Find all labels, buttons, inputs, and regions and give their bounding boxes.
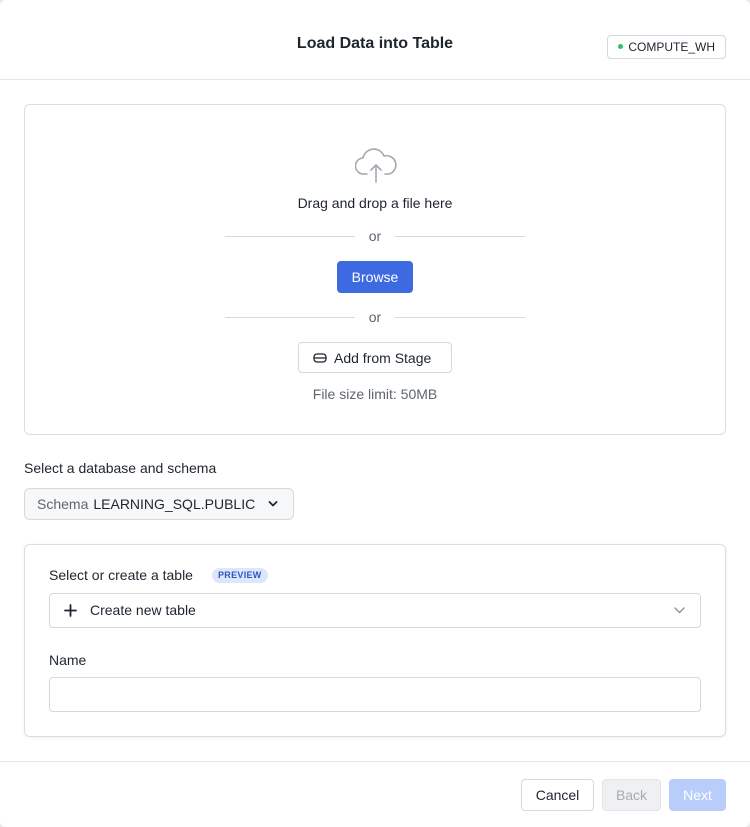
schema-selector[interactable]: Schema LEARNING_SQL.PUBLIC	[24, 488, 294, 520]
warehouse-status-dot	[618, 44, 624, 49]
database-schema-label: Select a database and schema	[24, 460, 217, 476]
cancel-button[interactable]: Cancel	[521, 779, 594, 811]
table-selector-value: Create new table	[90, 602, 196, 618]
dialog-header: Load Data into Table COMPUTE_WH	[0, 0, 750, 80]
table-select-label: Select or create a table	[49, 567, 193, 583]
preview-badge: PREVIEW	[212, 568, 268, 583]
add-from-stage-button[interactable]: Add from Stage	[298, 342, 452, 373]
next-button[interactable]: Next	[669, 779, 726, 811]
divider-line	[395, 236, 525, 237]
chevron-down-icon	[268, 501, 278, 507]
chevron-down-icon	[674, 607, 685, 614]
back-button[interactable]: Back	[602, 779, 661, 811]
browse-button[interactable]: Browse	[337, 261, 413, 293]
file-dropzone[interactable]: Drag and drop a file here or Browse or A…	[24, 104, 726, 435]
cloud-upload-icon	[355, 148, 397, 183]
or-divider: or	[225, 307, 525, 327]
table-selector[interactable]: Create new table	[49, 593, 701, 628]
file-size-limit: File size limit: 50MB	[312, 386, 438, 402]
drag-drop-text: Drag and drop a file here	[297, 195, 453, 211]
table-name-input[interactable]	[49, 677, 701, 712]
or-divider: or	[225, 226, 525, 246]
schema-prefix: Schema	[37, 496, 89, 512]
stage-icon	[313, 353, 327, 363]
plus-icon	[64, 604, 77, 617]
warehouse-badge[interactable]: COMPUTE_WH	[607, 35, 726, 59]
name-label: Name	[49, 652, 87, 668]
load-data-dialog: Load Data into Table COMPUTE_WH Drag and…	[0, 0, 750, 827]
schema-value: LEARNING_SQL.PUBLIC	[93, 496, 256, 512]
table-selection-card: Select or create a table PREVIEW Create …	[24, 544, 726, 737]
dialog-footer: Cancel Back Next	[0, 761, 750, 827]
warehouse-name: COMPUTE_WH	[628, 40, 715, 54]
add-from-stage-label: Add from Stage	[334, 349, 432, 366]
divider-line	[395, 317, 525, 318]
